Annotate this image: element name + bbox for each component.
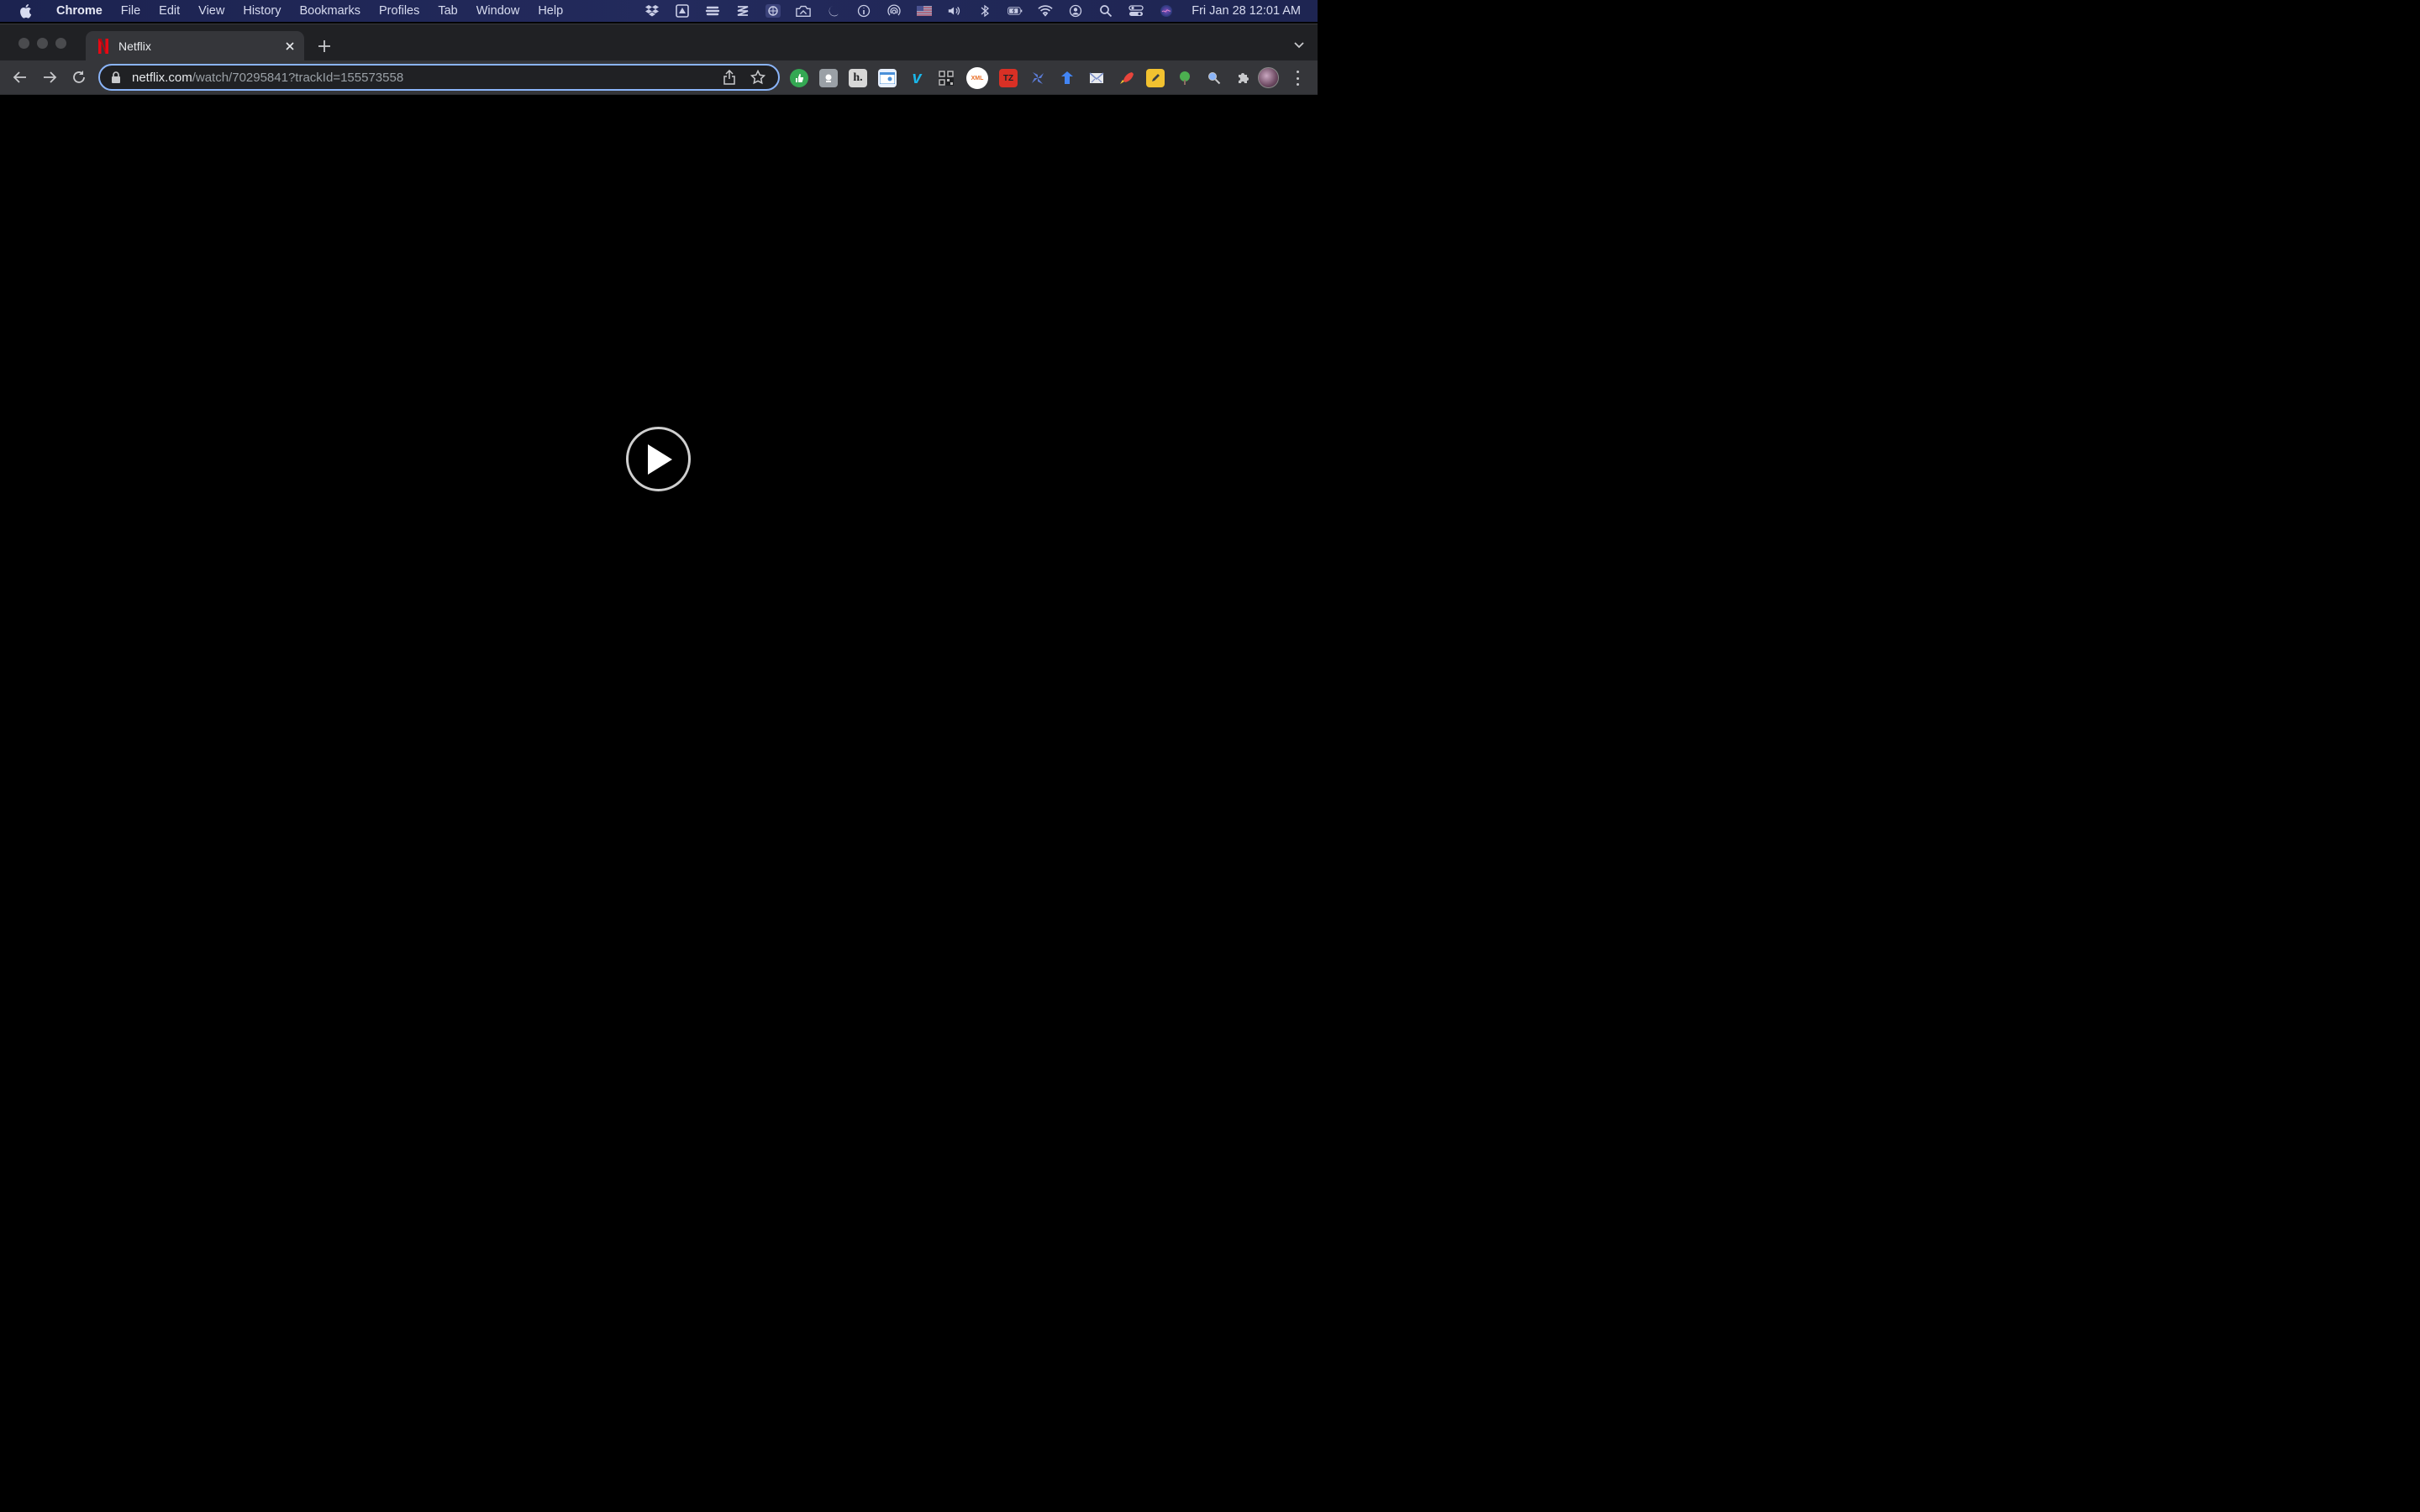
tab-strip: Netflix bbox=[0, 24, 1318, 61]
url-host: netflix.com bbox=[132, 70, 192, 85]
h-extension-icon[interactable]: h. bbox=[849, 69, 867, 87]
info-icon[interactable] bbox=[856, 4, 871, 18]
puzzle-extension-icon[interactable] bbox=[1234, 69, 1253, 87]
red-box-extension-icon[interactable]: TZ bbox=[999, 69, 1018, 87]
menu-help[interactable]: Help bbox=[529, 4, 572, 18]
menu-window[interactable]: Window bbox=[467, 4, 529, 18]
browser-toolbar: netflix.com/watch/70295841?trackId=15557… bbox=[0, 60, 1318, 95]
macos-menu-bar: Chrome File Edit View History Bookmarks … bbox=[0, 0, 1318, 22]
lock-icon[interactable] bbox=[110, 71, 122, 83]
url-path: /watch/70295841?trackId=155573558 bbox=[192, 70, 404, 85]
play-button[interactable] bbox=[626, 427, 691, 491]
play-icon bbox=[647, 444, 672, 475]
grey-square-extension-icon[interactable] bbox=[819, 69, 838, 87]
layers-icon[interactable] bbox=[705, 4, 720, 18]
yellow-pen-extension-icon[interactable] bbox=[1146, 69, 1165, 87]
tab-title: Netflix bbox=[118, 39, 151, 53]
vimeo-extension-icon[interactable]: v bbox=[908, 69, 926, 87]
url-text[interactable]: netflix.com/watch/70295841?trackId=15557… bbox=[132, 71, 721, 85]
vpn-icon[interactable] bbox=[765, 4, 781, 18]
green-thumb-extension-icon[interactable] bbox=[790, 69, 808, 87]
menu-app-name[interactable]: Chrome bbox=[47, 4, 112, 18]
minimize-window-button[interactable] bbox=[37, 38, 48, 49]
netflix-icon bbox=[98, 39, 108, 54]
menu-view[interactable]: View bbox=[189, 4, 234, 18]
tree-extension-icon[interactable] bbox=[1176, 69, 1194, 87]
envelope-extension-icon[interactable] bbox=[1087, 69, 1106, 87]
zoom-window-button[interactable] bbox=[55, 38, 66, 49]
close-tab-icon[interactable] bbox=[281, 37, 299, 55]
share-icon[interactable] bbox=[721, 69, 738, 86]
video-player[interactable] bbox=[0, 95, 1318, 823]
dropbox-icon[interactable] bbox=[644, 4, 660, 18]
magnifier-extension-icon[interactable] bbox=[1205, 69, 1223, 87]
menu-bar-status-area: Fri Jan 28 12:01 AM bbox=[637, 0, 1318, 22]
forward-button[interactable] bbox=[41, 69, 58, 86]
close-window-button[interactable] bbox=[18, 38, 29, 49]
bluetooth-icon[interactable] bbox=[977, 4, 992, 18]
menu-file[interactable]: File bbox=[112, 4, 150, 18]
google-drive-icon[interactable] bbox=[675, 4, 690, 18]
blue-arrow-extension-icon[interactable] bbox=[1058, 69, 1076, 87]
user-icon[interactable] bbox=[1068, 4, 1083, 18]
menu-profiles[interactable]: Profiles bbox=[370, 4, 429, 18]
menu-tab[interactable]: Tab bbox=[429, 4, 466, 18]
new-tab-button[interactable] bbox=[314, 36, 334, 56]
chrome-menu-icon[interactable] bbox=[1291, 69, 1304, 87]
search-icon[interactable] bbox=[1098, 4, 1113, 18]
siri-icon[interactable] bbox=[1159, 4, 1174, 18]
menu-edit[interactable]: Edit bbox=[150, 4, 189, 18]
red-rocket-extension-icon[interactable] bbox=[1117, 69, 1135, 87]
card-extension-icon[interactable] bbox=[878, 69, 897, 87]
airdrop-icon[interactable] bbox=[886, 4, 902, 18]
flag-icon[interactable] bbox=[917, 4, 933, 18]
menu-bookmarks[interactable]: Bookmarks bbox=[290, 4, 370, 18]
bookmark-star-icon[interactable] bbox=[750, 69, 766, 86]
address-bar[interactable]: netflix.com/watch/70295841?trackId=15557… bbox=[98, 64, 780, 91]
screenshot-icon[interactable] bbox=[796, 4, 812, 18]
moon-icon[interactable] bbox=[826, 4, 841, 18]
chrome-window: Netflix netflix.com/watch/70295841?track… bbox=[0, 24, 1318, 823]
battery-icon[interactable] bbox=[1007, 4, 1023, 18]
back-button[interactable] bbox=[12, 69, 29, 86]
profile-avatar[interactable] bbox=[1258, 67, 1279, 88]
tab-netflix[interactable]: Netflix bbox=[86, 31, 304, 61]
qr-code-extension-icon[interactable] bbox=[937, 69, 955, 87]
pinwheel-extension-icon[interactable] bbox=[1028, 69, 1047, 87]
menu-history[interactable]: History bbox=[234, 4, 290, 18]
stack-icon[interactable] bbox=[735, 4, 750, 18]
tab-search-chevron-icon[interactable] bbox=[1292, 38, 1306, 51]
xml-extension-icon[interactable]: XML bbox=[966, 67, 988, 89]
volume-icon[interactable] bbox=[947, 4, 962, 18]
menu-bar-clock[interactable]: Fri Jan 28 12:01 AM bbox=[1192, 4, 1301, 18]
control-center-icon[interactable] bbox=[1128, 4, 1144, 18]
extensions-bar: h. v XML TZ bbox=[790, 67, 1264, 89]
wifi-icon[interactable] bbox=[1038, 4, 1053, 18]
apple-icon[interactable] bbox=[18, 3, 32, 18]
reload-button[interactable] bbox=[71, 69, 87, 86]
